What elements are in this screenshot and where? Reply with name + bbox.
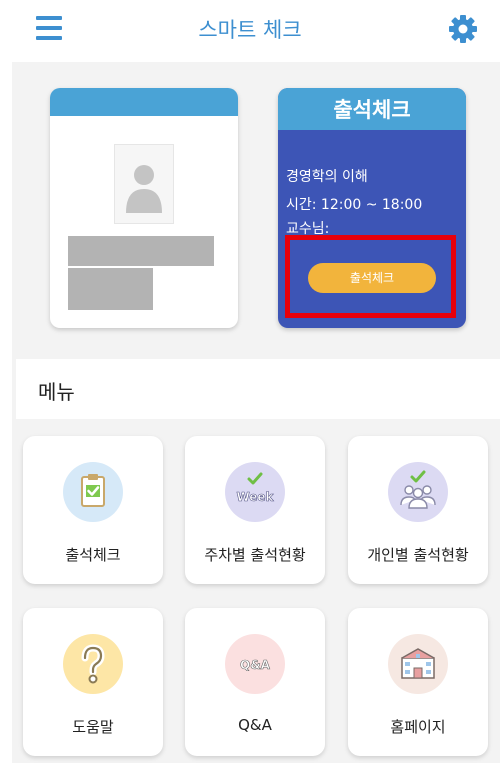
course-name: 경영학의 이해	[286, 169, 368, 185]
class-time: 시간: 12:00 ~ 18:00	[286, 197, 423, 213]
svg-text:Q&A: Q&A	[240, 658, 271, 672]
qna-icon: Q&A	[225, 634, 285, 694]
clipboard-check-icon	[63, 462, 123, 522]
menu-tile-qna[interactable]: Q&A Q&A	[185, 608, 325, 756]
menu-tile-help[interactable]: 도움말	[23, 608, 163, 756]
person-placeholder-icon	[114, 144, 174, 224]
question-icon	[63, 634, 123, 694]
school-building-icon	[388, 634, 448, 694]
menu-tile-label: Q&A	[238, 716, 272, 734]
menu-tile-label: 홈페이지	[390, 718, 446, 736]
attendance-card-title: 출석체크	[278, 88, 466, 130]
people-check-icon	[388, 462, 448, 522]
gear-icon[interactable]	[448, 14, 478, 44]
svg-text:Week: Week	[236, 490, 274, 504]
menu-tile-label: 주차별 출석현황	[204, 546, 306, 564]
redacted-name-block	[68, 236, 214, 266]
menu-title: 메뉴	[38, 380, 75, 404]
page-title: 스마트 체크	[198, 18, 302, 42]
menu-tile-attendance[interactable]: 출석체크	[23, 436, 163, 584]
menu-tile-weekly-status[interactable]: Week 주차별 출석현황	[185, 436, 325, 584]
menu-tile-label: 도움말	[72, 718, 114, 736]
id-card-header	[50, 88, 238, 116]
week-icon: Week	[225, 462, 285, 522]
menu-tile-individual-status[interactable]: 개인별 출석현황	[348, 436, 488, 584]
redacted-id-block	[68, 268, 153, 310]
student-id-card	[50, 88, 238, 328]
menu-tile-label: 개인별 출석현황	[367, 546, 469, 564]
menu-header: 메뉴	[16, 359, 500, 419]
highlight-box	[285, 235, 456, 318]
top-bar: 스마트 체크	[0, 0, 500, 58]
menu-tile-homepage[interactable]: 홈페이지	[348, 608, 488, 756]
menu-tile-label: 출석체크	[65, 546, 121, 564]
